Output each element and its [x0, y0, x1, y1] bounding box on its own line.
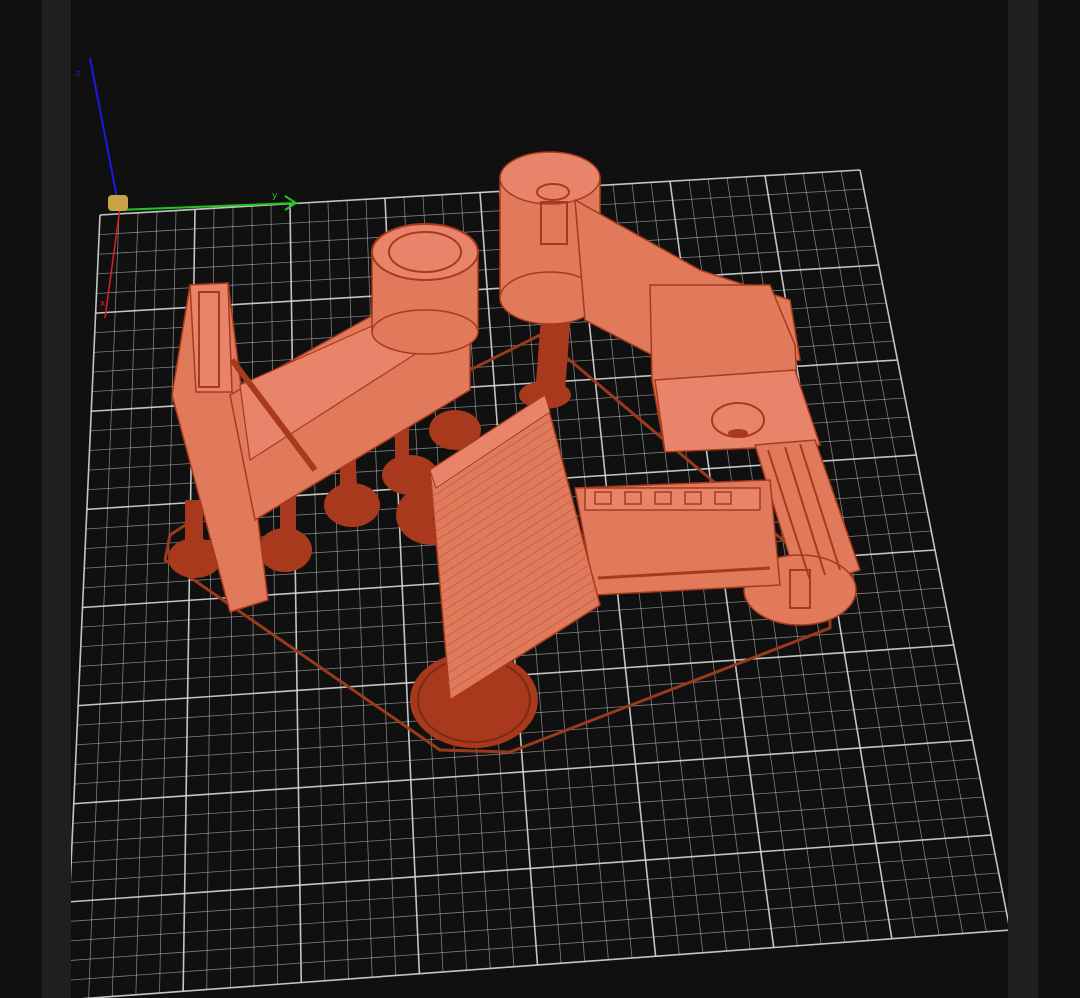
model-object-front-plate[interactable] — [410, 393, 601, 748]
x-axis-line — [104, 207, 121, 319]
grid-line — [71, 834, 992, 903]
x-axis-label: x — [100, 299, 106, 309]
scene-canvas[interactable]: z y x — [71, 0, 1008, 998]
origin-marker — [108, 195, 128, 211]
grid-line — [840, 171, 987, 932]
3d-viewport[interactable]: z y x — [71, 0, 1008, 998]
model-object-left-bracket[interactable] — [168, 223, 481, 613]
grid-line — [71, 910, 1007, 981]
y-axis-label: y — [272, 191, 278, 201]
z-axis-label: z — [76, 69, 81, 79]
z-axis-line — [89, 57, 119, 204]
left-panel-edge — [42, 0, 71, 998]
app-window: z y x — [0, 0, 1080, 998]
right-panel-edge — [1008, 0, 1038, 998]
grid-line — [81, 929, 1008, 998]
axes-gizmo: z y x — [76, 57, 298, 319]
